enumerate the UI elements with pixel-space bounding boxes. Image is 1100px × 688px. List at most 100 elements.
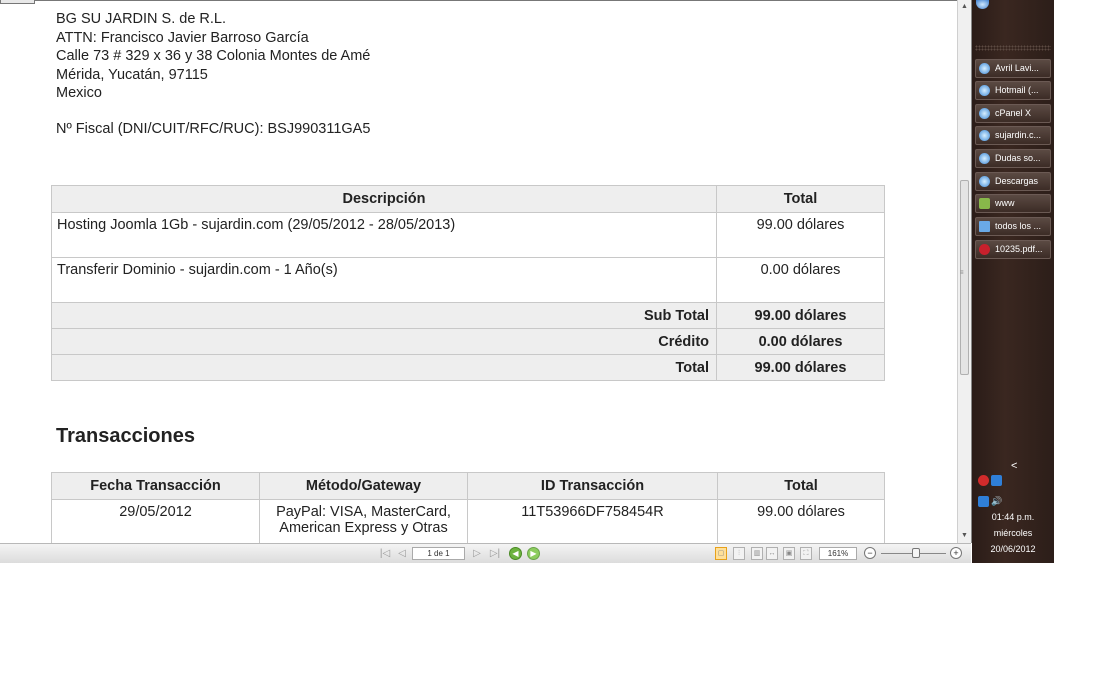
method-line: American Express y Otras	[279, 520, 448, 536]
tray-app-icon[interactable]	[978, 475, 989, 486]
transactions-title: Transacciones	[56, 425, 195, 447]
table-row: Hosting Joomla 1Gb - sujardin.com (29/05…	[51, 212, 885, 258]
table-row: Transferir Dominio - sujardin.com - 1 Añ…	[51, 257, 885, 303]
subtotal-row: Sub Total 99.00 dólares	[51, 302, 885, 329]
task-label: todos los ...	[995, 221, 1042, 231]
volume-icon[interactable]: 🔊	[991, 496, 1002, 507]
folder-icon	[979, 198, 990, 209]
browser-icon	[979, 108, 990, 119]
task-label: Hotmail (...	[995, 85, 1039, 95]
credit-label: Crédito	[51, 328, 717, 355]
transaction-date: 29/05/2012	[51, 499, 260, 543]
task-item[interactable]: sujardin.c...	[975, 126, 1051, 145]
address-line: BG SU JARDIN S. de R.L.	[56, 11, 227, 27]
table-row: 29/05/2012 PayPal: VISA, MasterCard, Ame…	[51, 499, 885, 543]
show-hidden-icons-chevron[interactable]: <	[1011, 460, 1017, 472]
item-amount: 99.00 dólares	[716, 212, 885, 258]
item-description: Transferir Dominio - sujardin.com - 1 Añ…	[51, 257, 717, 303]
browser-icon	[979, 63, 990, 74]
task-item[interactable]: www	[975, 194, 1051, 213]
task-label: www	[995, 198, 1015, 208]
scroll-thumb[interactable]	[960, 180, 969, 375]
task-item[interactable]: Dudas so...	[975, 149, 1051, 168]
invoice-table: Descripción Total Hosting Joomla 1Gb - s…	[51, 185, 885, 381]
transaction-total: 99.00 dólares	[717, 499, 885, 543]
clock-day[interactable]: miércoles	[972, 528, 1054, 538]
transactions-table: Fecha Transacción Método/Gateway ID Tran…	[51, 472, 885, 543]
taskbar-grip	[975, 45, 1051, 51]
column-header-total: Total	[717, 472, 885, 500]
taskbar: Avril Lavi... Hotmail (... cPanel X suja…	[972, 0, 1054, 563]
task-label: cPanel X	[995, 108, 1032, 118]
subtotal-value: 99.00 dólares	[716, 302, 885, 329]
total-row: Total 99.00 dólares	[51, 354, 885, 381]
next-page-icon[interactable]: ▷	[471, 547, 483, 560]
browser-icon	[979, 153, 990, 164]
column-header-date: Fecha Transacción	[51, 472, 260, 500]
task-label: Descargas	[995, 176, 1039, 186]
document-icon	[979, 221, 990, 232]
address-line: Calle 73 # 329 x 36 y 38 Colonia Montes …	[56, 48, 371, 64]
full-screen-icon[interactable]: ⛶	[800, 547, 812, 560]
transaction-id: 11T53966DF758454R	[467, 499, 718, 543]
scroll-up-icon[interactable]: ▲	[958, 1, 971, 13]
facing-view-icon[interactable]: ▥	[751, 547, 763, 560]
item-amount: 0.00 dólares	[716, 257, 885, 303]
zoom-level[interactable]: 161%	[819, 547, 857, 560]
total-label: Total	[51, 354, 717, 381]
task-item[interactable]: Hotmail (...	[975, 81, 1051, 100]
browser-icon	[979, 130, 990, 141]
zoom-in-icon[interactable]: +	[950, 547, 962, 559]
scroll-down-icon[interactable]: ▼	[958, 530, 971, 542]
continuous-view-icon[interactable]: ⫶	[733, 547, 745, 560]
table-header-row: Descripción Total	[51, 185, 885, 213]
pdf-icon	[979, 244, 990, 255]
fit-width-icon[interactable]: ↔	[766, 547, 778, 560]
column-header-method: Método/Gateway	[259, 472, 468, 500]
vertical-scrollbar[interactable]: ▲ ≡ ▼	[957, 0, 971, 543]
fiscal-id: Nº Fiscal (DNI/CUIT/RFC/RUC): BSJ990311G…	[56, 121, 371, 137]
bottom-toolbar: |◁ ◁ 1 de 1 ▷ ▷| ◀ ▶ ▢ ⫶ ▥ ↔ ▣ ⛶ 161% − …	[0, 543, 971, 563]
task-item[interactable]: cPanel X	[975, 104, 1051, 123]
table-header-row: Fecha Transacción Método/Gateway ID Tran…	[51, 472, 885, 500]
task-item[interactable]: todos los ...	[975, 217, 1051, 236]
address-line: Mérida, Yucatán, 97115	[56, 66, 208, 83]
single-page-view-icon[interactable]: ▢	[715, 547, 727, 560]
clock-date[interactable]: 20/06/2012	[972, 544, 1054, 554]
first-page-icon[interactable]: |◁	[379, 547, 391, 560]
column-header-id: ID Transacción	[467, 472, 718, 500]
pdf-viewer: BG SU JARDIN S. de R.L. ATTN: Francisco …	[0, 0, 957, 543]
browser-icon	[979, 85, 990, 96]
method-line: PayPal: VISA, MasterCard,	[276, 504, 451, 520]
zoom-slider-thumb[interactable]	[912, 548, 920, 558]
fit-page-icon[interactable]: ▣	[783, 547, 795, 560]
start-orb-icon[interactable]	[976, 0, 989, 9]
forward-icon[interactable]: ▶	[527, 547, 540, 560]
task-label: Dudas so...	[995, 153, 1041, 163]
network-icon[interactable]	[978, 496, 989, 507]
item-description: Hosting Joomla 1Gb - sujardin.com (29/05…	[51, 212, 717, 258]
subtotal-label: Sub Total	[51, 302, 717, 329]
task-item[interactable]: Descargas	[975, 172, 1051, 191]
prev-page-icon[interactable]: ◁	[396, 547, 408, 560]
clock-time[interactable]: 01:44 p.m.	[972, 512, 1054, 522]
credit-row: Crédito 0.00 dólares	[51, 328, 885, 355]
browser-icon	[979, 176, 990, 187]
document-page: BG SU JARDIN S. de R.L. ATTN: Francisco …	[0, 0, 957, 543]
column-header-total: Total	[716, 185, 885, 213]
page-indicator[interactable]: 1 de 1	[412, 547, 465, 560]
task-item[interactable]: Avril Lavi...	[975, 59, 1051, 78]
address-line: ATTN: Francisco Javier Barroso García	[56, 29, 309, 46]
grip-icon: ≡	[960, 270, 964, 276]
tray-app-icon[interactable]	[991, 475, 1002, 486]
task-label: sujardin.c...	[995, 130, 1042, 140]
column-header-description: Descripción	[51, 185, 717, 213]
task-item[interactable]: 10235.pdf...	[975, 240, 1051, 259]
back-icon[interactable]: ◀	[509, 547, 522, 560]
address-line: Mexico	[56, 85, 102, 101]
billing-address: BG SU JARDIN S. de R.L. ATTN: Francisco …	[56, 10, 370, 103]
task-label: 10235.pdf...	[995, 244, 1043, 254]
last-page-icon[interactable]: ▷|	[488, 547, 502, 560]
zoom-out-icon[interactable]: −	[864, 547, 876, 559]
credit-value: 0.00 dólares	[716, 328, 885, 355]
